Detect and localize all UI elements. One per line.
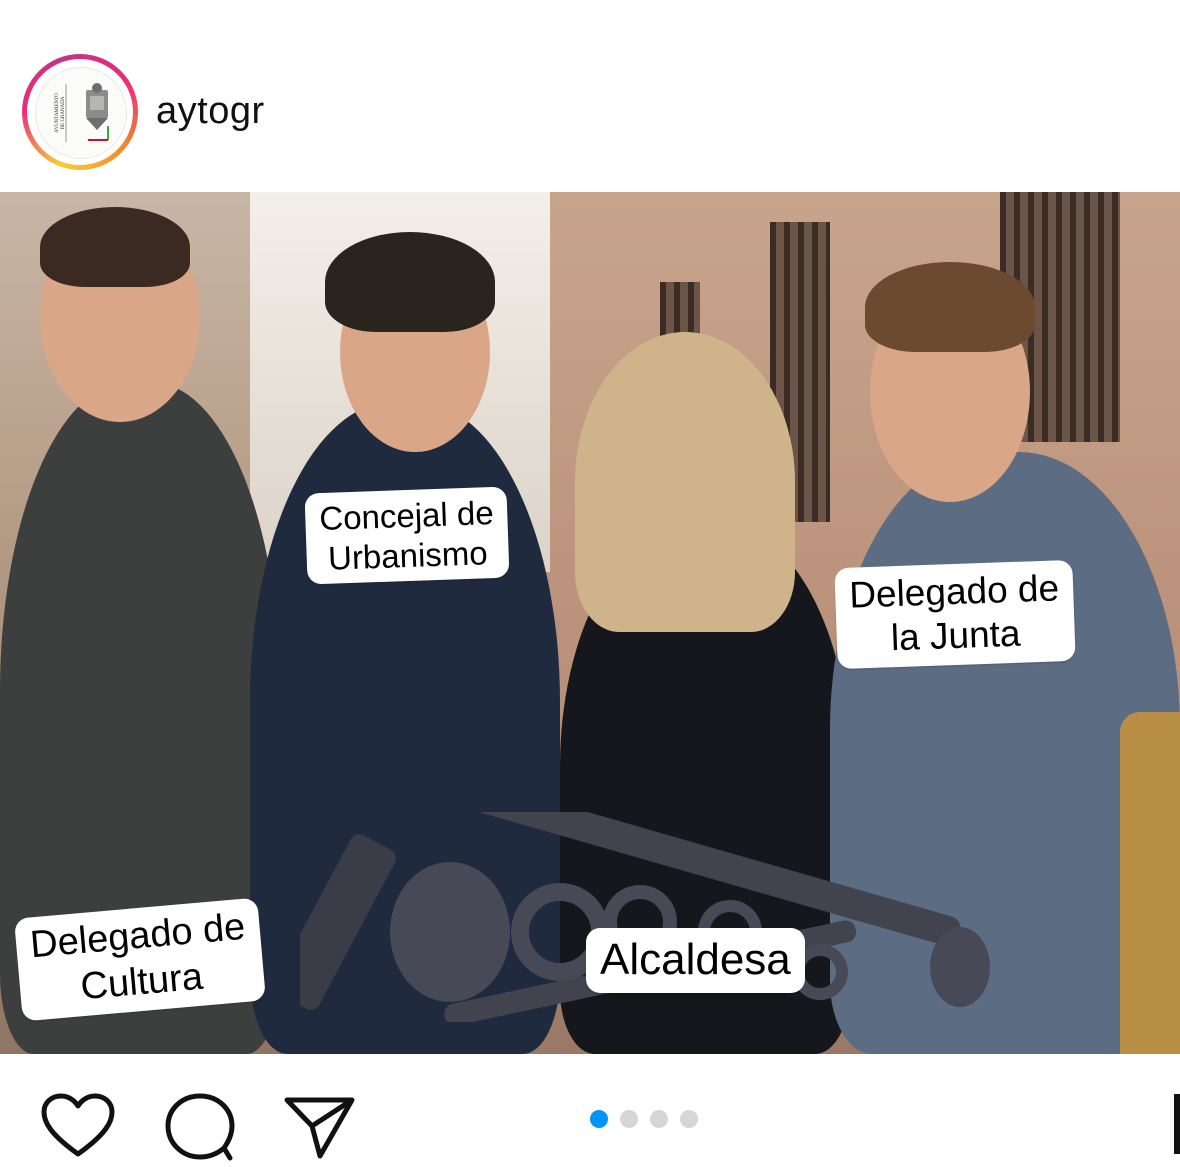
label-alcaldesa: Alcaldesa <box>586 928 805 993</box>
label-delegado-junta: Delegado de la Junta <box>834 559 1076 669</box>
carousel-dot-3[interactable] <box>650 1110 668 1128</box>
person-edge <box>1120 712 1180 1054</box>
profile-avatar[interactable]: AYUNTAMIENTO DE GRANADA <box>22 54 138 170</box>
svg-text:AYUNTAMIENTO: AYUNTAMIENTO <box>55 93 60 133</box>
carousel-dot-2[interactable] <box>620 1110 638 1128</box>
send-icon[interactable] <box>282 1092 358 1162</box>
post-photo[interactable]: Concejal de Urbanismo Delegado de la Junta… <box>0 192 1180 1054</box>
label-concejal-urbanismo: Concejal de Urbanismo <box>304 486 510 585</box>
label-delegado-cultura: Delegado de Cultura <box>13 897 266 1022</box>
heart-icon[interactable] <box>40 1092 116 1162</box>
svg-text:DE GRANADA: DE GRANADA <box>61 96 66 129</box>
carousel-dot-1[interactable] <box>590 1110 608 1128</box>
ayuntamiento-logo-icon: AYUNTAMIENTO DE GRANADA <box>35 67 127 159</box>
post-header: AYUNTAMIENTO DE GRANADA aytogr <box>0 0 1180 192</box>
carousel-dot-4[interactable] <box>680 1110 698 1128</box>
comment-icon[interactable] <box>162 1092 238 1162</box>
bookmark-icon-edge[interactable] <box>1174 1094 1180 1154</box>
post-actions <box>0 1054 1180 1167</box>
username[interactable]: aytogr <box>156 90 265 133</box>
